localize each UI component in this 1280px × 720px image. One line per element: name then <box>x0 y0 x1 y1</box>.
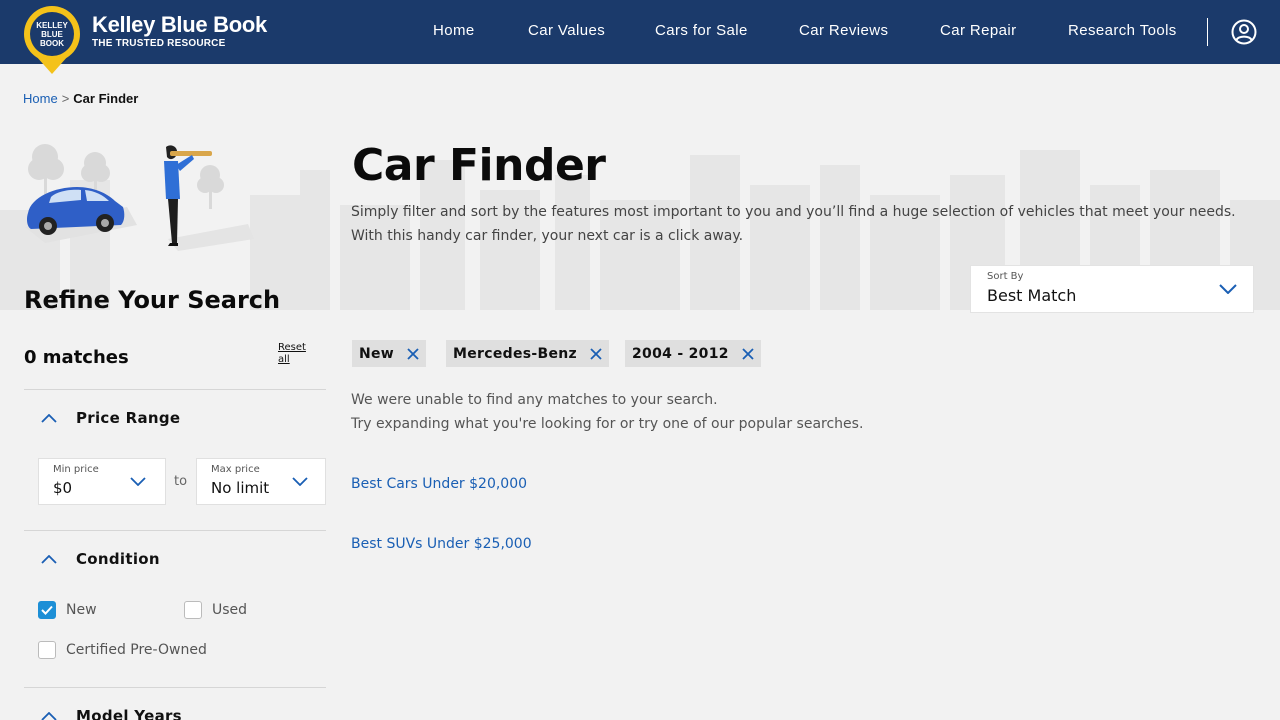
car-illustration <box>25 144 137 243</box>
nav-car-values[interactable]: Car Values <box>528 22 605 39</box>
nav-research-tools[interactable]: Research Tools <box>1068 22 1177 39</box>
close-icon[interactable] <box>589 347 603 361</box>
filter-chip-years[interactable]: 2004 - 2012 <box>625 340 761 367</box>
nav-home[interactable]: Home <box>433 22 475 39</box>
chevron-up-icon <box>41 554 57 564</box>
condition-collapse-button[interactable] <box>37 547 61 571</box>
price-range-title: Price Range <box>76 409 181 427</box>
price-collapse-button[interactable] <box>37 406 61 430</box>
chevron-down-icon[interactable] <box>275 459 325 504</box>
filter-chip-new[interactable]: New <box>352 340 427 367</box>
top-navigation-bar: KELLEY BLUE BOOK Kelley Blue Book THE TR… <box>0 0 1280 74</box>
price-to-label: to <box>174 474 188 489</box>
no-match-message: We were unable to find any matches to yo… <box>351 392 718 408</box>
logo-badge-text: KELLEY BLUE BOOK <box>30 12 74 56</box>
condition-used-label: Used <box>212 602 248 618</box>
nav-car-reviews[interactable]: Car Reviews <box>799 22 888 39</box>
filter-divider <box>24 530 326 531</box>
condition-title: Condition <box>76 550 160 568</box>
max-price-select[interactable]: Max price No limit <box>196 458 326 505</box>
filter-divider <box>24 389 326 390</box>
filter-divider <box>24 687 326 688</box>
person-illustration <box>164 145 254 251</box>
page-title: Car Finder <box>352 140 606 191</box>
chevron-down-icon[interactable] <box>1203 266 1253 312</box>
checkbox-unchecked-icon[interactable] <box>38 641 56 659</box>
condition-new-label: New <box>66 602 97 618</box>
chevron-up-icon <box>41 711 57 720</box>
match-count: 0 matches <box>24 347 129 368</box>
condition-new-checkbox[interactable]: New <box>38 601 97 619</box>
reset-all-link[interactable]: Reset all <box>278 342 314 366</box>
breadcrumb-home[interactable]: Home <box>23 91 58 106</box>
nav-cars-for-sale[interactable]: Cars for Sale <box>655 22 748 39</box>
brand-tagline: THE TRUSTED RESOURCE <box>92 38 226 49</box>
close-icon[interactable] <box>741 347 755 361</box>
checkbox-unchecked-icon[interactable] <box>184 601 202 619</box>
refine-heading: Refine Your Search <box>24 286 281 314</box>
breadcrumb: Home > Car Finder <box>23 91 138 106</box>
brand-name[interactable]: Kelley Blue Book <box>92 12 267 38</box>
nav-car-repair[interactable]: Car Repair <box>940 22 1017 39</box>
sort-label: Sort By <box>987 271 1024 282</box>
checkbox-checked-icon[interactable] <box>38 601 56 619</box>
chevron-up-icon <box>41 413 57 423</box>
condition-cpo-checkbox[interactable]: Certified Pre-Owned <box>38 641 207 659</box>
popular-search-link[interactable]: Best SUVs Under $25,000 <box>351 536 532 552</box>
filter-chip-label: 2004 - 2012 <box>632 345 729 362</box>
filter-chip-label: New <box>359 345 395 362</box>
nav-divider <box>1207 18 1208 46</box>
min-price-label: Min price <box>53 464 99 475</box>
min-price-value: $0 <box>53 479 73 497</box>
filter-chip-mercedes-benz[interactable]: Mercedes-Benz <box>446 340 609 367</box>
chevron-down-icon[interactable] <box>113 459 163 504</box>
kbb-badge-logo[interactable]: KELLEY BLUE BOOK <box>24 6 80 62</box>
max-price-label: Max price <box>211 464 260 475</box>
user-account-icon[interactable] <box>1231 19 1257 45</box>
popular-search-link[interactable]: Best Cars Under $20,000 <box>351 476 527 492</box>
sort-select[interactable]: Sort By Best Match <box>970 265 1254 313</box>
page-description: Simply filter and sort by the features m… <box>351 204 1236 244</box>
condition-cpo-label: Certified Pre-Owned <box>66 642 207 658</box>
condition-used-checkbox[interactable]: Used <box>184 601 247 619</box>
breadcrumb-current: Car Finder <box>73 91 139 106</box>
min-price-select[interactable]: Min price $0 <box>38 458 166 505</box>
model-years-title: Model Years <box>76 707 182 720</box>
close-icon[interactable] <box>406 347 420 361</box>
max-price-value: No limit <box>211 479 270 497</box>
sort-value: Best Match <box>987 286 1077 305</box>
model-years-collapse-button[interactable] <box>37 704 61 720</box>
filter-chip-label: Mercedes-Benz <box>453 345 577 362</box>
suggestion-message: Try expanding what you're looking for or… <box>351 416 864 432</box>
breadcrumb-separator: > <box>61 91 70 106</box>
